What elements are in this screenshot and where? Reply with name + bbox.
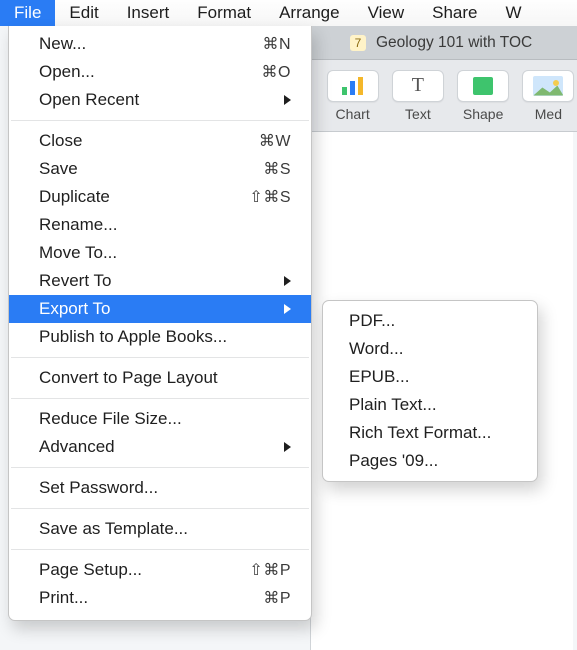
chevron-right-icon xyxy=(284,304,291,314)
chevron-right-icon xyxy=(284,442,291,452)
menu-item-duplicate[interactable]: Duplicate ⇧⌘S xyxy=(9,183,311,211)
menu-item-convert-layout[interactable]: Convert to Page Layout xyxy=(9,364,311,392)
menu-item-revert-to[interactable]: Revert To xyxy=(9,267,311,295)
menu-item-save[interactable]: Save ⌘S xyxy=(9,155,311,183)
menu-item-export-to[interactable]: Export To xyxy=(9,295,311,323)
menu-separator xyxy=(11,467,309,468)
menubar: File Edit Insert Format Arrange View Sha… xyxy=(0,0,577,26)
menu-item-advanced[interactable]: Advanced xyxy=(9,433,311,461)
shape-icon xyxy=(473,77,493,95)
menu-separator xyxy=(11,508,309,509)
media-button[interactable]: Med xyxy=(520,70,577,122)
shortcut-label: ⇧⌘S xyxy=(249,187,291,207)
toolbar: Chart T Text Shape Med xyxy=(310,60,577,132)
menu-item-new[interactable]: New... ⌘N xyxy=(9,30,311,58)
menu-share[interactable]: Share xyxy=(418,0,491,26)
shortcut-label: ⌘O xyxy=(262,62,291,82)
menu-item-set-password[interactable]: Set Password... xyxy=(9,474,311,502)
menu-item-reduce-file-size[interactable]: Reduce File Size... xyxy=(9,405,311,433)
document-icon: 7 xyxy=(350,35,366,51)
menu-edit[interactable]: Edit xyxy=(55,0,112,26)
export-rtf[interactable]: Rich Text Format... xyxy=(323,419,537,447)
shortcut-label: ⌘W xyxy=(259,131,291,151)
menu-item-save-as-template[interactable]: Save as Template... xyxy=(9,515,311,543)
media-icon xyxy=(533,76,563,96)
menu-window-cut[interactable]: W xyxy=(491,0,535,26)
menu-item-rename[interactable]: Rename... xyxy=(9,211,311,239)
menu-view[interactable]: View xyxy=(354,0,419,26)
menu-separator xyxy=(11,549,309,550)
export-word[interactable]: Word... xyxy=(323,335,537,363)
menu-item-publish-apple-books[interactable]: Publish to Apple Books... xyxy=(9,323,311,351)
export-pdf[interactable]: PDF... xyxy=(323,307,537,335)
chevron-right-icon xyxy=(284,95,291,105)
text-icon: T xyxy=(412,74,424,97)
shape-button-label: Shape xyxy=(463,106,503,122)
menu-item-print[interactable]: Print... ⌘P xyxy=(9,584,311,612)
menu-arrange[interactable]: Arrange xyxy=(265,0,353,26)
chart-button-label: Chart xyxy=(336,106,370,122)
tab-strip: 7 Geology 101 with TOC xyxy=(310,26,577,60)
chevron-right-icon xyxy=(284,276,291,286)
menu-separator xyxy=(11,398,309,399)
export-pages-09[interactable]: Pages '09... xyxy=(323,447,537,475)
menu-format[interactable]: Format xyxy=(183,0,265,26)
text-button[interactable]: T Text xyxy=(389,70,446,122)
file-dropdown-menu: New... ⌘N Open... ⌘O Open Recent Close ⌘… xyxy=(8,26,312,621)
export-epub[interactable]: EPUB... xyxy=(323,363,537,391)
chart-button[interactable]: Chart xyxy=(324,70,381,122)
menu-item-open-recent[interactable]: Open Recent xyxy=(9,86,311,114)
tab-title: Geology 101 with TOC xyxy=(376,34,532,52)
shortcut-label: ⌘S xyxy=(263,159,291,179)
shape-button[interactable]: Shape xyxy=(455,70,512,122)
menu-item-page-setup[interactable]: Page Setup... ⇧⌘P xyxy=(9,556,311,584)
menu-item-open[interactable]: Open... ⌘O xyxy=(9,58,311,86)
media-button-label: Med xyxy=(535,106,562,122)
menu-item-close[interactable]: Close ⌘W xyxy=(9,127,311,155)
shortcut-label: ⌘P xyxy=(263,588,291,608)
text-button-label: Text xyxy=(405,106,431,122)
shortcut-label: ⇧⌘P xyxy=(249,560,291,580)
export-to-submenu: PDF... Word... EPUB... Plain Text... Ric… xyxy=(322,300,538,482)
menu-insert[interactable]: Insert xyxy=(113,0,184,26)
menu-separator xyxy=(11,357,309,358)
chart-icon xyxy=(342,77,363,95)
shortcut-label: ⌘N xyxy=(262,34,291,54)
menu-separator xyxy=(11,120,309,121)
export-plain-text[interactable]: Plain Text... xyxy=(323,391,537,419)
menu-file[interactable]: File xyxy=(0,0,55,26)
menu-item-move-to[interactable]: Move To... xyxy=(9,239,311,267)
